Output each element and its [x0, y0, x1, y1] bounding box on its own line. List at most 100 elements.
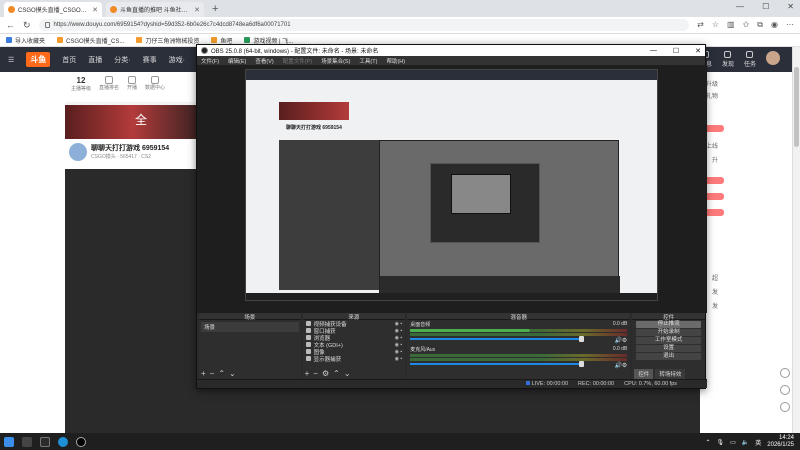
menu-view[interactable]: 查看(V) [255, 57, 273, 65]
move-down-icon[interactable]: ⌄ [344, 369, 351, 378]
system-clock[interactable]: 14:24 2026/1/25 [767, 435, 794, 449]
preview-canvas[interactable]: 聊聊天打打游戏 6959154 [245, 69, 658, 301]
settings-button[interactable]: 设置 [636, 345, 701, 352]
move-down-icon[interactable]: ⌄ [229, 369, 236, 378]
tab-transitions[interactable]: 转场特效 [655, 369, 686, 379]
obs-app-icon[interactable] [76, 436, 86, 447]
nav-category[interactable]: 分类· [114, 55, 130, 65]
preview-site-page: 聊聊天打打游戏 6959154 [246, 80, 657, 300]
menu-tools[interactable]: 工具(T) [359, 57, 377, 65]
exit-button[interactable]: 退出 [636, 353, 701, 360]
streamer-avatar[interactable] [69, 143, 87, 161]
compass-icon [724, 51, 732, 58]
move-up-icon[interactable]: ⌃ [333, 369, 340, 378]
move-up-icon[interactable]: ⌃ [218, 369, 225, 378]
source-settings-gear-icon[interactable]: ⚙ [322, 369, 329, 378]
minimize-button[interactable]: — [736, 2, 744, 11]
remove-scene-icon[interactable]: − [210, 369, 215, 378]
speaker-icon[interactable]: 🔊⚙ [614, 337, 627, 344]
settings-float-icon[interactable] [780, 385, 790, 395]
add-scene-icon[interactable]: + [201, 369, 206, 378]
menu-icon[interactable]: ☰ [8, 56, 14, 64]
visibility-icon[interactable]: ◉ ▪ [395, 356, 403, 362]
edge-browser-icon[interactable] [58, 436, 68, 447]
profile-icon[interactable]: ◉ [771, 20, 778, 30]
volume-icon[interactable]: 🔈 [742, 439, 749, 446]
stat-live[interactable]: 开播 [127, 76, 137, 98]
network-icon[interactable]: ▭ [730, 439, 736, 446]
obs-logo-icon [201, 47, 208, 54]
tab-controls[interactable]: 控件 [634, 369, 654, 379]
browser-tab-1[interactable]: CSGO摸头直播_CSGO摸头直播 ✕ [4, 2, 102, 17]
browser-tab-2[interactable]: 斗鱼直播的推吧 斗鱼社区 直播间 ✕ [106, 2, 204, 17]
page-scrollbar[interactable] [792, 47, 800, 433]
star-icon[interactable]: ☆ [712, 20, 719, 30]
bookmark-csgo[interactable]: CSGO摸头直播_CS... [57, 36, 124, 45]
feedback-float-icon[interactable] [780, 402, 790, 412]
user-avatar[interactable] [766, 51, 780, 65]
menu-help[interactable]: 帮助(H) [386, 57, 405, 65]
favorites-icon[interactable]: ✩ [743, 20, 750, 30]
back-icon[interactable]: ← [6, 20, 15, 30]
menu-scene-collection[interactable]: 场景集合(S) [321, 57, 350, 65]
mic-icon[interactable]: 🎙 [717, 439, 725, 446]
refresh-icon[interactable]: ↻ [23, 20, 31, 31]
search-icon[interactable] [22, 436, 32, 447]
menu-profile[interactable]: 配置文件(P) [283, 57, 312, 65]
close-window-button[interactable]: ✕ [787, 2, 794, 11]
collections-icon[interactable]: ⧉ [757, 20, 763, 30]
url-field[interactable]: https://www.douyu.com/6959154?dyshid=59d… [38, 19, 690, 31]
more-icon[interactable]: ⋯ [786, 20, 794, 30]
window-icon [305, 328, 311, 333]
volume-slider[interactable] [410, 336, 584, 342]
close-tab-icon[interactable]: ✕ [194, 6, 200, 14]
refresh-float-icon[interactable] [780, 368, 790, 378]
bookmark-import[interactable]: 导入收藏夹 [6, 36, 45, 45]
obs-maximize-button[interactable]: ☐ [673, 47, 679, 55]
scene-item[interactable]: 场景 [201, 322, 299, 332]
stop-streaming-button[interactable]: 停止推流 [636, 321, 701, 328]
visibility-icon[interactable]: ◉ ▪ [395, 342, 403, 348]
stat-data[interactable]: 数据中心 [145, 76, 165, 98]
obs-minimize-button[interactable]: — [650, 47, 657, 55]
nav-live[interactable]: 直播 [88, 55, 102, 65]
menu-file[interactable]: 文件(F) [201, 57, 219, 65]
nav-games[interactable]: 游戏· [169, 55, 185, 65]
scenes-toolbar: + − ⌃ ⌄ [201, 369, 236, 378]
site-logo[interactable]: 斗鱼 [26, 52, 51, 67]
nav-home[interactable]: 首页 [62, 55, 76, 65]
studio-mode-button[interactable]: 工作室模式 [636, 337, 701, 344]
nav-events[interactable]: 赛事 [143, 55, 157, 65]
menu-edit[interactable]: 编辑(E) [228, 57, 246, 65]
tray-chevron-icon[interactable]: ⌃ [705, 439, 710, 446]
visibility-icon[interactable]: ◉ ▪ [395, 335, 403, 341]
globe-icon [305, 335, 311, 340]
close-tab-icon[interactable]: ✕ [92, 6, 98, 14]
visibility-icon[interactable]: ◉ ▪ [395, 321, 403, 327]
new-tab-button[interactable]: + [208, 3, 222, 17]
add-source-icon[interactable]: + [305, 369, 310, 378]
split-icon[interactable]: ▥ [727, 20, 735, 30]
volume-slider[interactable] [410, 361, 584, 367]
visibility-icon[interactable]: ◉ ▪ [395, 328, 403, 334]
input-language[interactable]: 英 [755, 438, 761, 447]
tasks-link[interactable]: 任务 [744, 51, 756, 68]
stat-level[interactable]: 12 主播等级 [71, 76, 91, 98]
maximize-button[interactable]: ☐ [762, 2, 769, 11]
visibility-icon[interactable]: ◉ ▪ [395, 349, 403, 355]
start-windows-icon[interactable] [4, 436, 14, 447]
sources-toolbar: + − ⚙ ⌃ ⌄ [305, 369, 351, 378]
remove-source-icon[interactable]: − [313, 369, 318, 378]
speaker-icon[interactable]: 🔊⚙ [614, 362, 627, 369]
discover-link[interactable]: 发现 [722, 51, 734, 68]
obs-close-button[interactable]: ✕ [695, 47, 701, 55]
obs-title-text: OBS 25.0.8 (64-bit, windows) - 配置文件: 未命名… [211, 49, 379, 55]
stat-rank[interactable]: 直播排名 [99, 76, 119, 98]
app-z-icon[interactable] [40, 436, 50, 447]
source-item[interactable]: 显示器捕获 ◉ ▪ [303, 355, 406, 363]
obs-preview[interactable]: 聊聊天打打游戏 6959154 [197, 65, 707, 313]
bookmark-knife[interactable]: 刀仔三角洲物械投资 [136, 36, 199, 45]
start-recording-button[interactable]: 开始录制 [636, 329, 701, 336]
translate-icon[interactable]: ⇄ [697, 20, 704, 30]
scroll-thumb[interactable] [794, 67, 799, 147]
